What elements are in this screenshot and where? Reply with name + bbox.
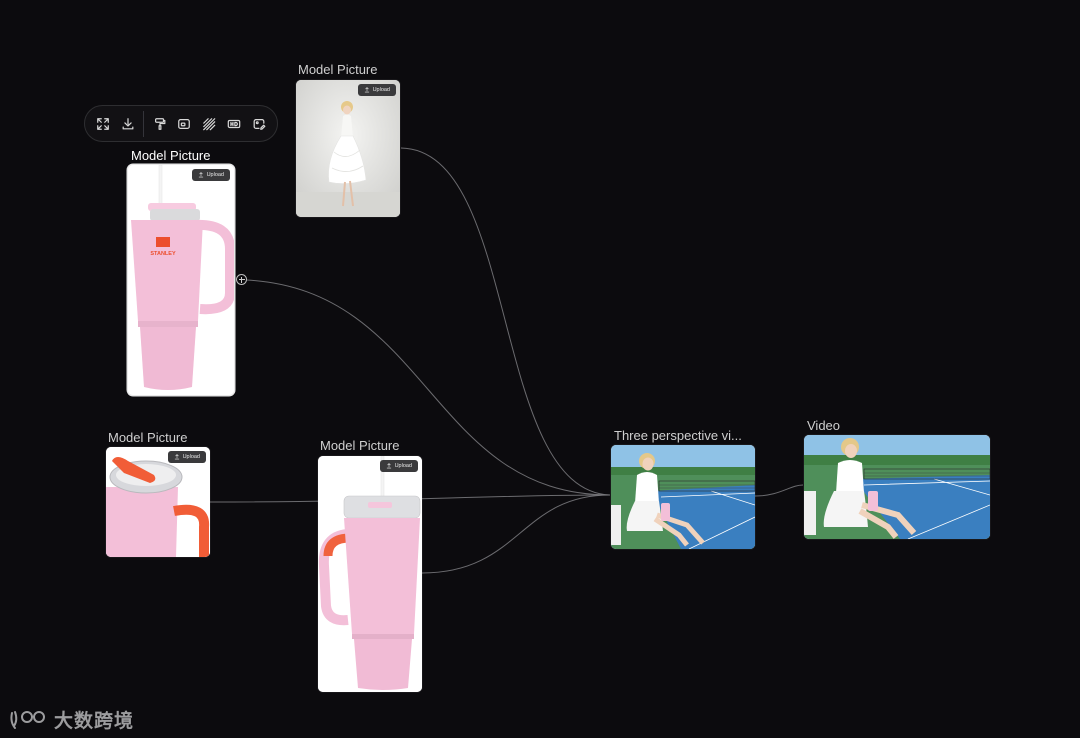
model-bottom-left-card[interactable]: Upload <box>106 447 210 557</box>
model-bottom-center-title: Model Picture <box>320 438 400 453</box>
download-button[interactable] <box>116 111 141 137</box>
upload-label: Upload <box>182 454 200 460</box>
watermark-logo-icon <box>10 710 45 729</box>
svg-text:STANLEY: STANLEY <box>150 251 176 257</box>
model-bottom-center-card[interactable]: Upload <box>318 456 422 692</box>
tennis-video-frame-image <box>804 435 990 539</box>
image-edit-icon <box>253 118 266 130</box>
watermark: 大数跨境 <box>8 706 134 733</box>
three-perspective-card[interactable] <box>611 445 755 549</box>
image-card-icon <box>178 118 191 129</box>
model-bottom-left-upload-button[interactable]: Upload <box>167 451 206 463</box>
download-icon <box>122 117 134 129</box>
stripes-icon <box>203 117 216 130</box>
video-title: Video <box>807 418 841 433</box>
three-perspective-title: Three perspective vi... <box>614 428 742 443</box>
upload-label: Upload <box>372 87 390 93</box>
paint-roller-icon <box>154 117 166 130</box>
model-left-upload-button[interactable]: Upload <box>191 169 230 181</box>
model-top-card[interactable]: Upload <box>296 80 400 217</box>
tennis-court-scene-image <box>611 445 755 549</box>
expand-button[interactable] <box>91 111 116 137</box>
upload-label: Upload <box>394 463 412 469</box>
watermark-text: 大数跨境 <box>54 711 135 732</box>
pink-tumbler-image: STANLEY <box>128 165 234 395</box>
wire-model-top-to-three-perspective <box>400 147 611 496</box>
wire-three-perspective-to-video <box>754 484 804 497</box>
image-button[interactable] <box>172 111 197 137</box>
upload-label: Upload <box>206 172 224 178</box>
wire-model-left-to-three-perspective <box>246 279 611 496</box>
model-bottom-center-upload-button[interactable]: Upload <box>379 460 418 472</box>
expand-icon <box>97 117 110 130</box>
tumbler-lid-closeup-image <box>106 447 210 557</box>
paint-button[interactable] <box>147 111 172 137</box>
tumbler-orange-handle-image <box>318 456 422 692</box>
hd-icon <box>227 119 241 128</box>
model-top-title: Model Picture <box>298 62 378 77</box>
upload-icon <box>386 463 391 469</box>
pattern-button[interactable] <box>197 111 222 137</box>
model-top-upload-button[interactable]: Upload <box>357 84 396 96</box>
image-edit-button[interactable] <box>246 111 271 137</box>
wire-model-bottom-center-to-three-perspective <box>421 494 611 574</box>
add-connection-icon[interactable] <box>236 274 247 285</box>
woman-in-dress-image <box>296 80 400 217</box>
video-card[interactable] <box>804 435 990 539</box>
model-left-title: Model Picture <box>131 148 211 163</box>
upload-icon <box>198 172 203 178</box>
hd-button[interactable] <box>222 111 247 137</box>
model-left-card[interactable]: STANLEY Upload <box>128 165 234 395</box>
upload-icon <box>364 87 369 93</box>
model-bottom-left-title: Model Picture <box>108 430 188 445</box>
upload-icon <box>174 454 179 460</box>
node-toolbar <box>84 105 278 142</box>
toolbar-divider <box>143 110 145 137</box>
